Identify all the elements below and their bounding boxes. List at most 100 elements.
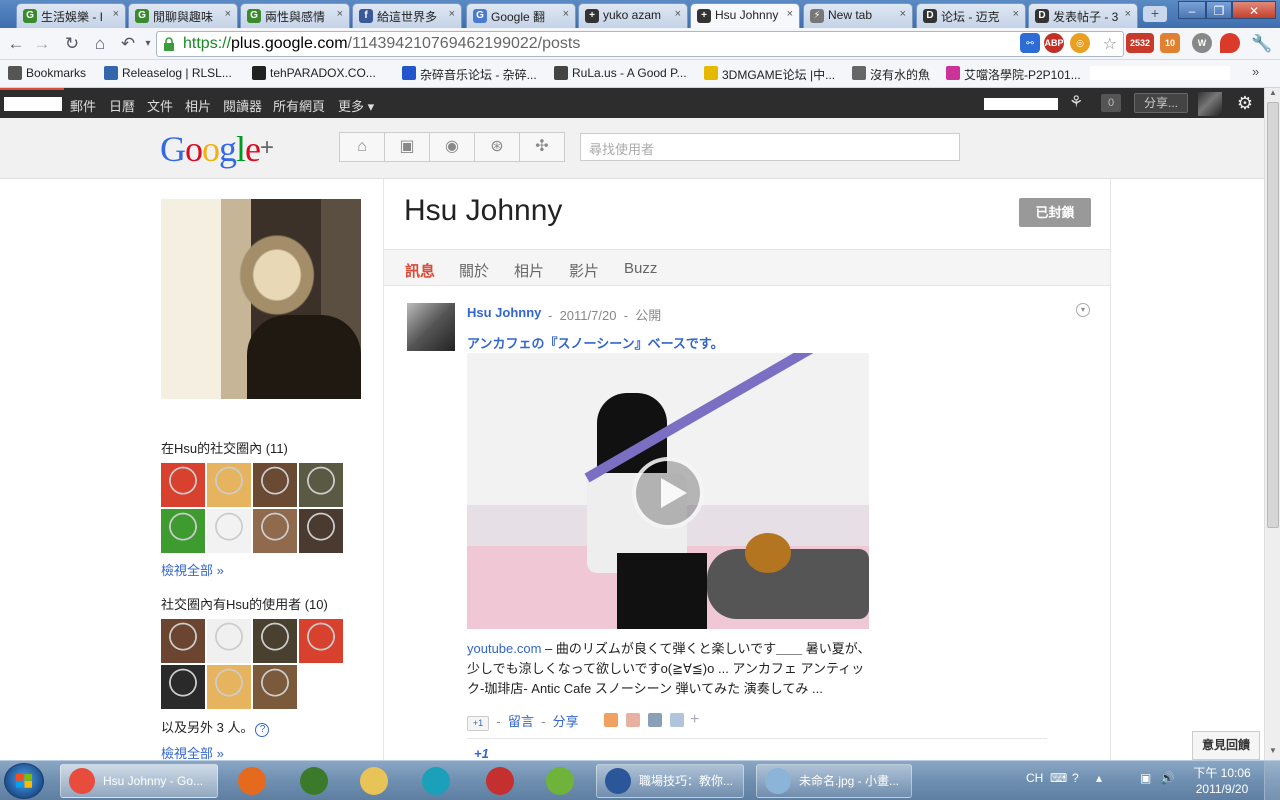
circle-member-avatar[interactable] bbox=[207, 619, 251, 663]
taskbar-window[interactable]: Hsu Johnny - Go... bbox=[60, 764, 218, 798]
profile-tab[interactable]: 訊息 bbox=[405, 260, 435, 281]
plus-one-button[interactable]: +1 bbox=[467, 716, 489, 731]
share-service-icon[interactable] bbox=[626, 713, 640, 727]
tab-close-icon[interactable]: × bbox=[1013, 8, 1019, 20]
scroll-down-icon[interactable]: ▼ bbox=[1265, 746, 1280, 760]
circle-member-avatar[interactable] bbox=[299, 619, 343, 663]
feedback-button[interactable]: 意見回饋 bbox=[1192, 731, 1260, 760]
profile-tab[interactable]: 關於 bbox=[459, 260, 489, 281]
taskbar-pinned-app[interactable] bbox=[410, 765, 462, 797]
people-search-input[interactable]: 尋找使用者 bbox=[580, 133, 960, 161]
circle-member-avatar[interactable] bbox=[299, 463, 343, 507]
profile-tab[interactable]: Buzz bbox=[624, 260, 657, 277]
sprout-icon[interactable]: ⚘ bbox=[1066, 92, 1086, 114]
network-icon[interactable]: ▣ bbox=[1140, 771, 1151, 785]
wrench-icon[interactable]: 🔧 bbox=[1250, 32, 1274, 56]
gbar-link[interactable]: 日曆 bbox=[109, 96, 135, 115]
bookmark-item[interactable]: tehPARADOX.CO... bbox=[252, 66, 376, 80]
gbar-link[interactable]: 更多 ▾ bbox=[338, 96, 374, 115]
post-author-link[interactable]: Hsu Johnny bbox=[467, 305, 541, 320]
mail-extension-icon[interactable]: 2532 bbox=[1126, 33, 1154, 53]
post-visibility[interactable]: 公開 bbox=[635, 308, 661, 323]
help-tray-icon[interactable]: ? bbox=[1072, 771, 1079, 785]
taskbar-window[interactable]: 職場技巧：教你... bbox=[596, 764, 744, 798]
browser-tab[interactable]: + Hsu Johnny × bbox=[690, 3, 800, 29]
minimize-button[interactable]: – bbox=[1178, 1, 1206, 19]
circle-member-avatar[interactable] bbox=[161, 619, 205, 663]
back-icon[interactable]: ← bbox=[4, 32, 28, 56]
link-extension-icon[interactable]: ⚯ bbox=[1020, 33, 1040, 53]
taskbar-pinned-app[interactable] bbox=[226, 765, 278, 797]
tab-close-icon[interactable]: × bbox=[675, 8, 681, 20]
tab-close-icon[interactable]: × bbox=[449, 8, 455, 20]
keyboard-icon[interactable]: ⌨ bbox=[1050, 771, 1067, 785]
taskbar-pinned-app[interactable] bbox=[348, 765, 400, 797]
language-indicator[interactable]: CH bbox=[1026, 771, 1043, 785]
circle-member-avatar[interactable] bbox=[161, 665, 205, 709]
restore-button[interactable]: ❐ bbox=[1206, 1, 1232, 19]
browser-tab[interactable]: G 閒聊與趣味 × bbox=[128, 3, 238, 28]
view-all-link[interactable]: 檢視全部 » bbox=[161, 560, 224, 579]
taskbar-pinned-app[interactable] bbox=[288, 765, 340, 797]
games-icon[interactable]: ✣ bbox=[520, 133, 565, 161]
circle-member-avatar[interactable] bbox=[299, 509, 343, 553]
circle-member-avatar[interactable] bbox=[253, 509, 297, 553]
more-share-icon[interactable]: + bbox=[690, 712, 704, 728]
bookmark-item[interactable]: 艾噹洛學院-P2P101... bbox=[946, 66, 1081, 83]
clock[interactable]: 下午 10:06 2011/9/20 bbox=[1192, 765, 1252, 797]
tab-close-icon[interactable]: × bbox=[113, 8, 119, 20]
blocked-button[interactable]: 已封鎖 bbox=[1019, 198, 1091, 227]
gbar-avatar[interactable] bbox=[1198, 92, 1222, 116]
linkedin-icon[interactable] bbox=[670, 713, 684, 727]
chevron-down-icon[interactable]: ▾ bbox=[1076, 303, 1090, 317]
help-icon[interactable]: ? bbox=[255, 723, 270, 737]
bookmark-item[interactable]: 3DMGAME论坛 |中... bbox=[704, 66, 835, 83]
address-bar[interactable]: https://plus.google.com/1143942107694621… bbox=[156, 31, 1124, 57]
bookmark-item[interactable]: RuLa.us - A Good P... bbox=[554, 66, 687, 80]
gbar-share-button[interactable]: 分享... bbox=[1134, 93, 1188, 113]
gbar-account-name[interactable] bbox=[984, 98, 1058, 110]
gbar-user-redacted[interactable] bbox=[4, 97, 62, 111]
circle-member-avatar[interactable] bbox=[161, 509, 205, 553]
circle-member-avatar[interactable] bbox=[207, 463, 251, 507]
browser-tab[interactable]: + yuko azam × bbox=[578, 3, 688, 28]
browser-tab[interactable]: ⚡ New tab × bbox=[803, 3, 913, 28]
tab-close-icon[interactable]: × bbox=[900, 8, 906, 20]
gbar-link[interactable]: 閱讀器 bbox=[223, 96, 262, 115]
profile-tab[interactable]: 相片 bbox=[514, 260, 544, 281]
home-icon[interactable]: ⌂ bbox=[340, 133, 385, 161]
bookmark-item[interactable]: Releaselog | RLSL... bbox=[104, 66, 232, 80]
plurk-icon[interactable] bbox=[604, 713, 618, 727]
volume-icon[interactable]: 🔊 bbox=[1160, 771, 1175, 785]
forward-icon[interactable]: → bbox=[30, 32, 54, 56]
tab-close-icon[interactable]: × bbox=[563, 8, 569, 20]
tab-close-icon[interactable]: × bbox=[225, 8, 231, 20]
wikipedia-icon[interactable]: W bbox=[1192, 33, 1212, 53]
post-source-link[interactable]: youtube.com bbox=[467, 641, 541, 656]
tray-expand-icon[interactable]: ▴ bbox=[1096, 771, 1102, 785]
browser-tab[interactable]: D 论坛 - 迈克 × bbox=[916, 3, 1026, 28]
post-author-avatar[interactable] bbox=[407, 303, 455, 351]
bookmarks-overflow-icon[interactable]: » bbox=[1252, 64, 1259, 79]
new-tab-button[interactable]: + bbox=[1143, 6, 1167, 22]
scrollbar-thumb[interactable] bbox=[1267, 102, 1279, 528]
circle-member-avatar[interactable] bbox=[207, 665, 251, 709]
browser-tab[interactable]: G 兩性與感情 × bbox=[240, 3, 350, 28]
profile-icon[interactable]: ◉ bbox=[430, 133, 475, 161]
circle-member-avatar[interactable] bbox=[207, 509, 251, 553]
tab-close-icon[interactable]: × bbox=[787, 8, 793, 20]
share-link[interactable]: 分享 bbox=[553, 714, 579, 729]
notifications-count[interactable]: 0 bbox=[1101, 94, 1121, 112]
rss-extension-icon[interactable]: 10 bbox=[1160, 33, 1180, 53]
bookmark-item[interactable]: 沒有水的魚 bbox=[852, 66, 930, 83]
play-icon[interactable] bbox=[632, 457, 704, 529]
circle-member-avatar[interactable] bbox=[253, 463, 297, 507]
gbar-link[interactable]: 相片 bbox=[185, 96, 211, 115]
scroll-up-icon[interactable]: ▲ bbox=[1265, 88, 1280, 102]
browser-tab[interactable]: G Google 翻 × bbox=[466, 3, 576, 28]
map-pin-icon[interactable] bbox=[1220, 33, 1240, 53]
gear-icon[interactable]: ⚙ bbox=[1234, 92, 1256, 114]
adblock-icon[interactable]: ABP bbox=[1044, 33, 1064, 53]
browser-tab[interactable]: G 生活娛樂 - I × bbox=[16, 3, 126, 28]
google-plus-logo[interactable]: Google+ bbox=[160, 128, 274, 170]
